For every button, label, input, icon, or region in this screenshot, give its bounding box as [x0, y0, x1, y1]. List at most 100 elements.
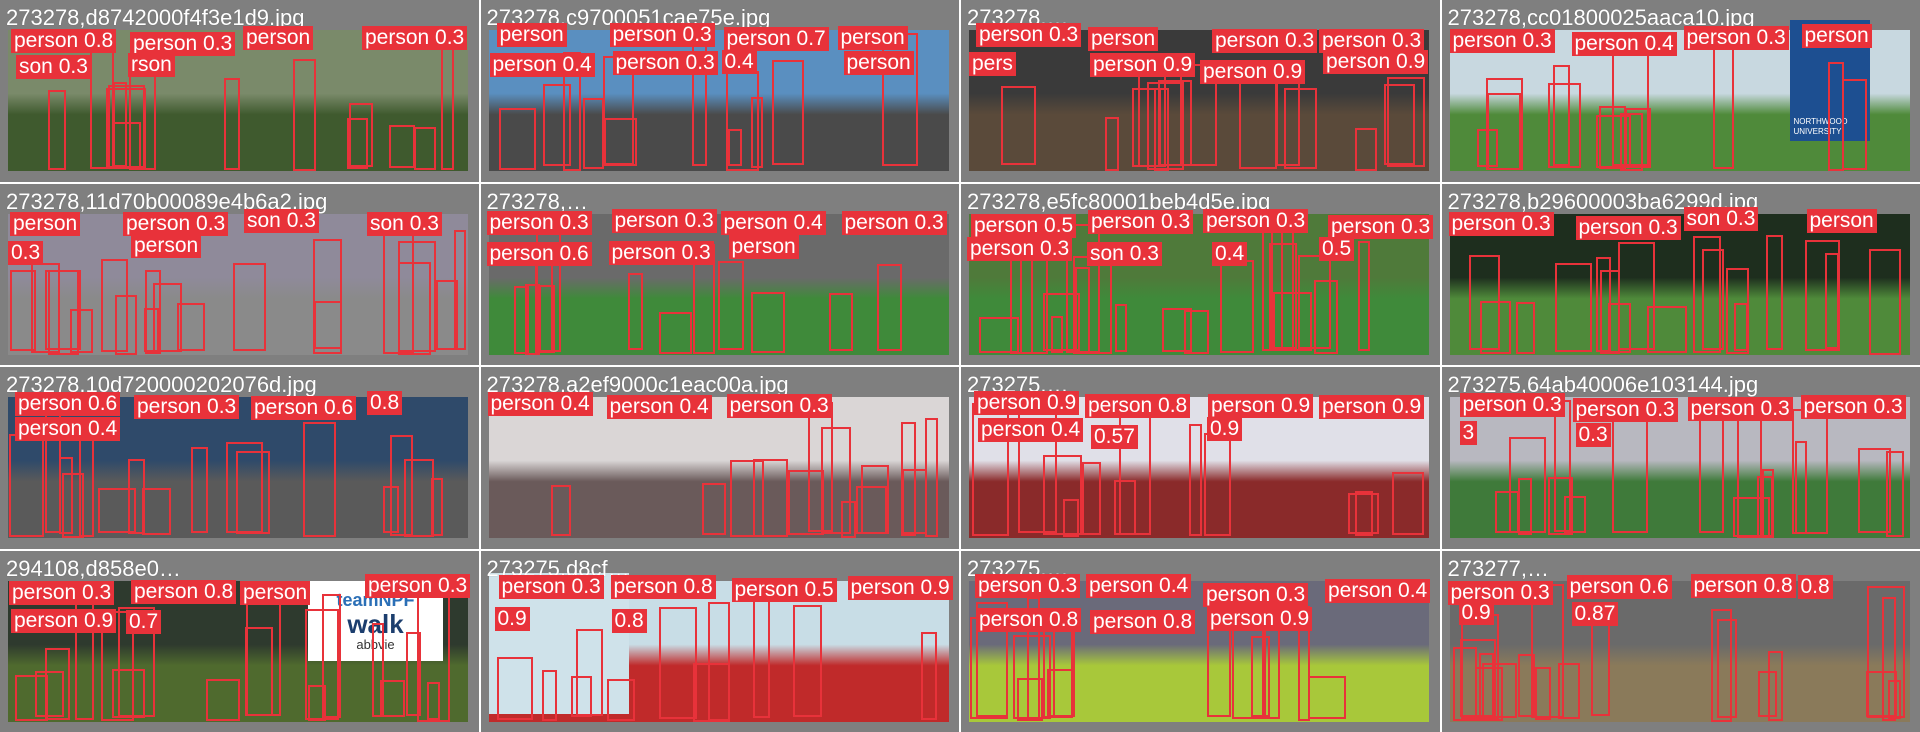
detection-label: 0.4: [1212, 241, 1248, 266]
detection-label: person 0.3: [1088, 209, 1194, 234]
detection-box: [692, 662, 730, 722]
detection-label: person 0.4: [978, 418, 1084, 442]
detection-box: [48, 90, 66, 170]
detection-box: [48, 269, 79, 355]
detection-label: 0.9: [1207, 417, 1243, 441]
detection-box: [1765, 234, 1783, 350]
detection-box: [1712, 42, 1734, 169]
detection-box: [1767, 650, 1783, 721]
detection-label: person 0.3: [608, 240, 714, 265]
detection-label: person: [1806, 208, 1877, 233]
detection-label: person 0.8: [11, 29, 117, 53]
detection-label: person 0.4: [606, 395, 712, 419]
detection-box: [108, 85, 145, 168]
detection-box: [1105, 117, 1119, 171]
detection-box: [1262, 226, 1283, 351]
detection-label: person 0.4: [720, 210, 826, 235]
detection-box: [1392, 472, 1424, 535]
detection-box: [380, 679, 405, 717]
detection-label: person 0.3: [1800, 395, 1906, 419]
detection-box: [1358, 240, 1370, 351]
detection-label: person 0.8: [131, 579, 237, 604]
detection-box: [1716, 618, 1737, 718]
detection-label: person 0.3: [1328, 214, 1434, 239]
detection-label: person 0.3: [1687, 397, 1793, 421]
detection-box: [828, 292, 853, 351]
detection-box: [142, 488, 171, 535]
detection-label: person 0.5: [731, 577, 837, 602]
detection-label: person 0.3: [1448, 211, 1554, 236]
detection-box: [1387, 77, 1425, 167]
detection-box: [1189, 424, 1202, 536]
detection-label: person: [243, 26, 314, 50]
detection-box: [191, 447, 208, 533]
detection-box: [792, 604, 822, 717]
detection-label: person 0.3: [1203, 582, 1309, 607]
detection-label: 0.9: [494, 606, 530, 631]
detection-label: person 0.8: [976, 607, 1082, 632]
detection-box: [1517, 653, 1535, 717]
detection-label: person 0.9: [847, 575, 953, 600]
detection-box: [1355, 491, 1373, 536]
detection-label: person: [837, 26, 908, 50]
detection-box: [575, 628, 603, 716]
detection-label: person 0.8: [1090, 609, 1196, 634]
detection-box: [417, 593, 450, 722]
detection-label: 0.9: [1458, 600, 1494, 625]
detection-box: [347, 118, 368, 169]
detection-label: person 0.3: [1575, 215, 1681, 240]
thumbnail-tile: 273277,… person 0.3 person 0.6 person 0.8 0.…: [1441, 550, 1920, 732]
detection-label: person 0.5: [971, 213, 1077, 238]
detection-box: [101, 258, 128, 352]
thumbnail-tile: 273275,64ab40006e103144.jpg person 0.3 per…: [1441, 367, 1920, 549]
detection-box: [1595, 256, 1611, 352]
detection-box: [1794, 441, 1807, 534]
detection-label: person: [496, 23, 567, 47]
detection-label: person: [1801, 24, 1872, 48]
detection-box: [35, 670, 64, 717]
detection-label: person: [131, 233, 202, 258]
detection-box: [1298, 254, 1331, 349]
detection-label: 0.5: [1319, 236, 1355, 261]
detection-label: 0.57: [1091, 425, 1138, 449]
detection-box: [177, 302, 205, 351]
detection-label: person: [240, 580, 311, 605]
detection-box: [771, 60, 804, 165]
detection-label: person 0.3: [1449, 29, 1555, 53]
detection-label: person 0.8: [610, 574, 716, 599]
detection-label: person 0.9: [974, 391, 1080, 415]
detection-label: person 0.3: [976, 23, 1082, 47]
detection-box: [1534, 666, 1551, 720]
thumbnail-tile: 273278,… person 0.3 person 0.3 person 0.4 pe…: [480, 183, 959, 365]
detection-label: person 0.3: [726, 394, 832, 418]
thumbnail-tile: 273278,e5fc80001beb4d5e.jpg person 0.5 per…: [961, 183, 1440, 365]
detection-label: person 0.8: [1085, 394, 1191, 418]
detection-label: person: [728, 234, 799, 259]
detection-box: [1553, 400, 1571, 532]
detection-label: person 0.9: [1208, 394, 1314, 418]
detection-label: person 0.3: [365, 573, 471, 598]
thumbnail-tile: 273278,… person 0.3 person person 0.3 person…: [961, 0, 1440, 182]
detection-box: [224, 78, 240, 170]
detection-box: [606, 678, 635, 721]
detection-box: [414, 127, 436, 170]
detection-box: [840, 501, 856, 538]
detection-box: [550, 485, 571, 536]
thumbnail-tile: 273275,… person 0.3 person 0.4 person 0.3 pe…: [961, 550, 1440, 732]
detection-label: person 0.3: [612, 51, 718, 75]
detection-label: person 0.3: [1459, 393, 1565, 417]
detection-box: [496, 656, 533, 720]
detection-label: 0.4: [721, 50, 757, 74]
thumbnail-tile: 273275,… person 0.9 person 0.8 person 0.9 pe…: [961, 367, 1440, 549]
detection-label: son 0.3: [1683, 206, 1759, 231]
thumbnail-tile: 273278,a2ef9000c1eac00a.jpg person 0.4 per…: [480, 367, 959, 549]
detection-box: [441, 40, 454, 170]
detection-label: person 0.6: [1566, 574, 1672, 599]
detection-box: [498, 108, 536, 170]
thumbnail-tile: 273278,b29600003ba6299d.jpg person 0.3 per…: [1441, 183, 1920, 365]
detection-box: [855, 486, 887, 534]
detection-box: [454, 229, 466, 350]
detection-box: [128, 459, 145, 534]
detection-box: [658, 311, 692, 354]
detection-label: son 0.3: [1087, 241, 1162, 266]
